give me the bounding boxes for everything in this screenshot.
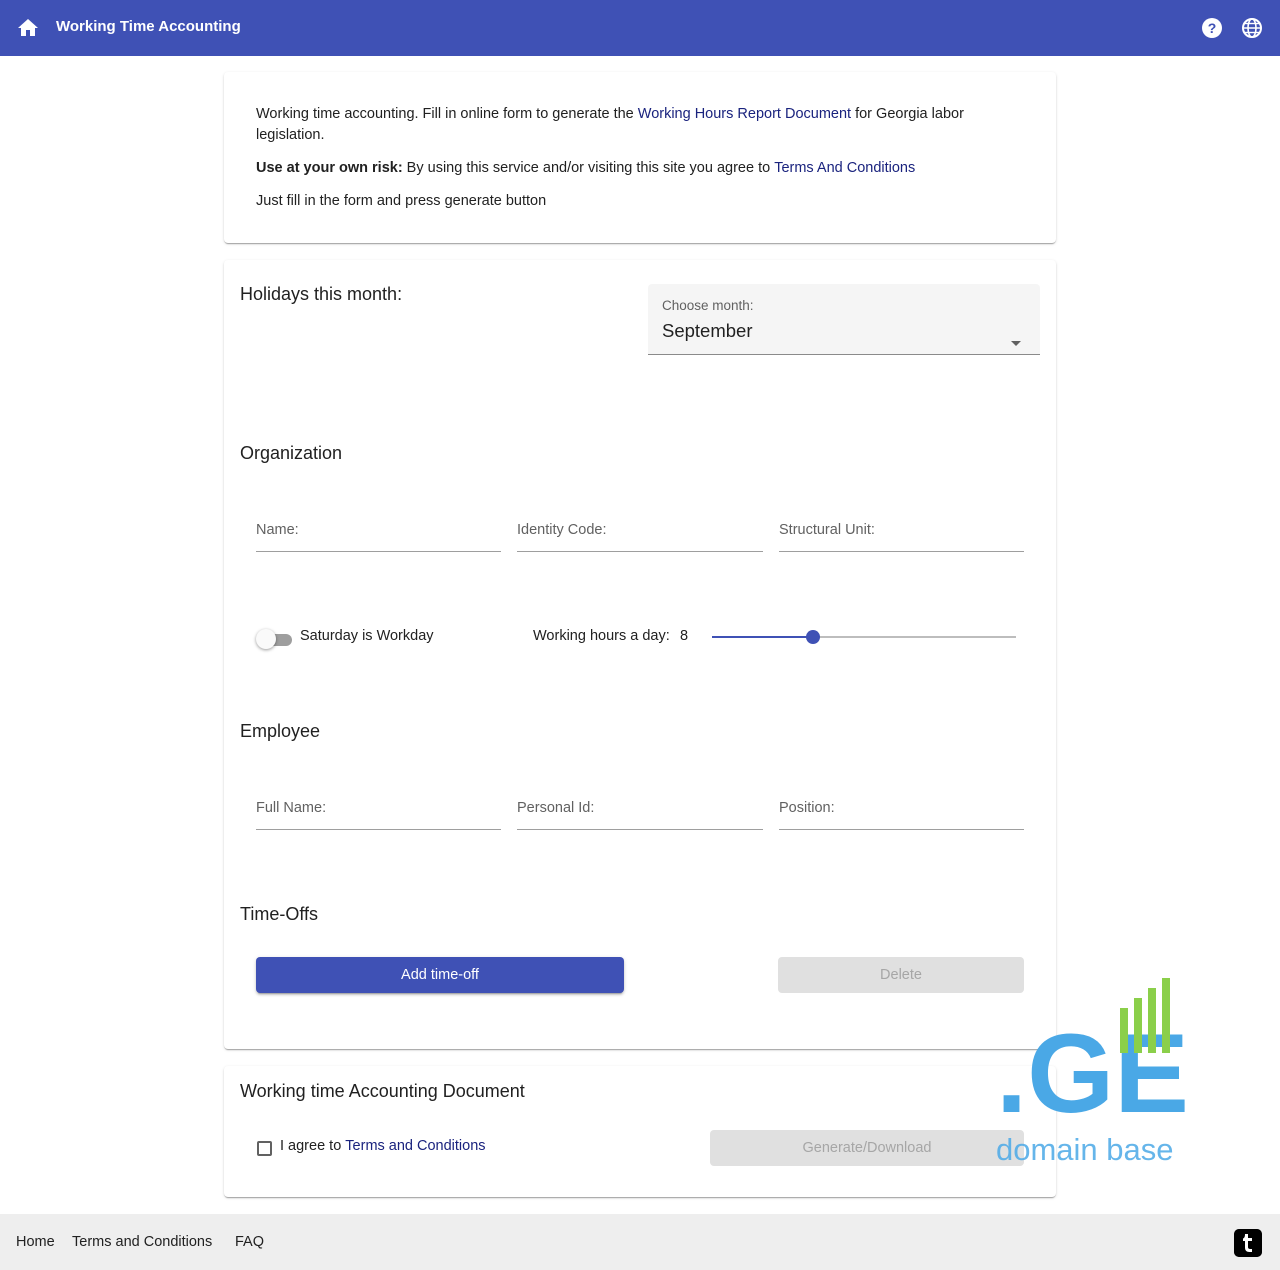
saturday-workday-toggle[interactable] <box>256 629 292 649</box>
intro-card: Working time accounting. Fill in online … <box>224 72 1056 243</box>
month-select-value: September <box>662 320 753 341</box>
working-hours-value: 8 <box>680 628 689 644</box>
working-hours-slider[interactable] <box>712 626 1016 648</box>
full-name-field[interactable]: Full Name: <box>256 794 501 830</box>
footer-faq-link[interactable]: FAQ <box>235 1234 264 1250</box>
globe-icon[interactable] <box>1240 16 1264 40</box>
instruction-text: Just fill in the form and press generate… <box>256 193 547 209</box>
organization-name-label: Name: <box>256 522 299 538</box>
agree-checkbox[interactable] <box>257 1141 272 1156</box>
footer: Home Terms and Conditions FAQ <box>0 1214 1280 1270</box>
intro-text: Working time accounting. Fill in online … <box>256 106 638 122</box>
employee-heading: Employee <box>240 721 321 741</box>
risk-paragraph: Use at your own risk: By using this serv… <box>256 158 915 179</box>
risk-label: Use at your own risk: <box>256 160 403 176</box>
domain-base-logo: .GE domain base <box>996 978 1189 1167</box>
month-select-label: Choose month: <box>662 298 754 313</box>
identity-code-field[interactable]: Identity Code: <box>517 516 763 552</box>
add-time-off-button[interactable]: Add time-off <box>256 957 624 993</box>
agree-prefix: I agree to <box>280 1138 346 1154</box>
personal-id-field[interactable]: Personal Id: <box>517 794 763 830</box>
intro-paragraph: Working time accounting. Fill in online … <box>256 104 1026 146</box>
toggle-thumb[interactable] <box>256 629 276 649</box>
structural-unit-label: Structural Unit: <box>779 522 875 538</box>
chevron-down-icon <box>1011 341 1021 346</box>
report-document-link[interactable]: Working Hours Report Document <box>638 106 851 122</box>
slider-fill <box>712 636 814 638</box>
holidays-heading: Holidays this month: <box>240 284 403 304</box>
full-name-label: Full Name: <box>256 800 327 816</box>
tumblr-icon[interactable] <box>1234 1229 1262 1257</box>
delete-button[interactable]: Delete <box>778 957 1024 993</box>
terms-link[interactable]: Terms And Conditions <box>774 160 915 176</box>
risk-text: By using this service and/or visiting th… <box>402 160 775 176</box>
svg-text:?: ? <box>1208 20 1217 36</box>
month-select[interactable]: Choose month: September <box>648 284 1040 355</box>
document-card: Working time Accounting Document I agree… <box>224 1066 1056 1197</box>
watermark-brand: .GE <box>996 1011 1189 1136</box>
agree-terms-link[interactable]: Terms and Conditions <box>345 1138 485 1154</box>
timeoffs-heading: Time-Offs <box>240 904 319 924</box>
app-title: Working Time Accounting <box>56 18 241 35</box>
position-label: Position: <box>779 800 835 816</box>
slider-thumb[interactable] <box>806 630 821 644</box>
home-icon[interactable] <box>16 16 40 40</box>
form-card: Holidays this month: Choose month: Septe… <box>224 260 1056 1049</box>
structural-unit-field[interactable]: Structural Unit: <box>779 516 1024 552</box>
document-heading: Working time Accounting Document <box>240 1081 525 1101</box>
identity-code-label: Identity Code: <box>517 522 607 538</box>
footer-home-link[interactable]: Home <box>16 1234 55 1250</box>
organization-heading: Organization <box>240 443 343 463</box>
personal-id-label: Personal Id: <box>517 800 595 816</box>
organization-name-field[interactable]: Name: <box>256 516 501 552</box>
position-field[interactable]: Position: <box>779 794 1024 830</box>
agree-label: I agree to Terms and Conditions <box>280 1138 486 1154</box>
saturday-workday-label: Saturday is Workday <box>300 628 434 644</box>
app-bar: Working Time Accounting ? <box>0 0 1280 56</box>
footer-terms-link[interactable]: Terms and Conditions <box>72 1234 212 1250</box>
help-icon[interactable]: ? <box>1200 16 1224 40</box>
generate-download-button[interactable]: Generate/Download <box>710 1130 1024 1166</box>
working-hours-label: Working hours a day: <box>533 628 670 644</box>
watermark-tagline: domain base <box>996 1132 1174 1167</box>
